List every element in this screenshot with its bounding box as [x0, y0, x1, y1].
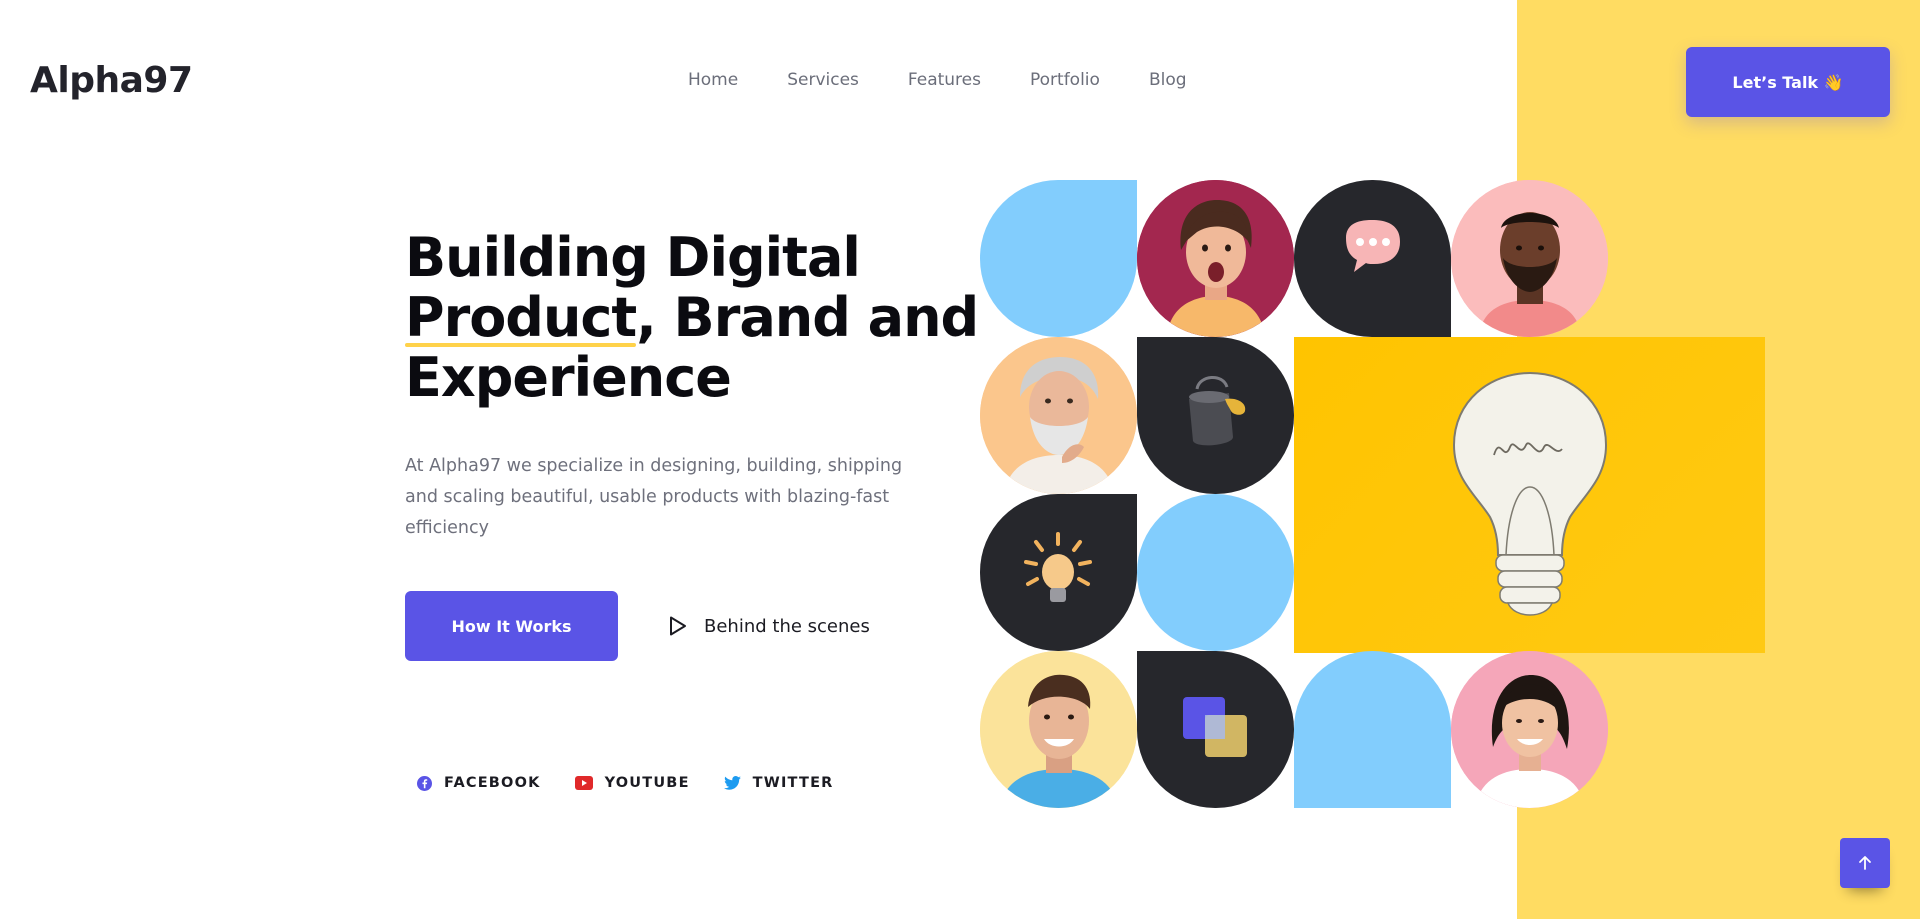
- play-icon: [670, 616, 686, 636]
- nav-item-features[interactable]: Features: [908, 70, 981, 90]
- mosaic-dark-leaf-paint: [1137, 337, 1294, 494]
- hero-title-line-2: Product, Brand and: [405, 286, 979, 349]
- hero-title-underlined-word: Product: [405, 286, 637, 349]
- smiling-man-photo: [980, 651, 1137, 808]
- light-bulb-icon: [1024, 532, 1092, 602]
- paint-bucket-icon: [1189, 376, 1246, 446]
- how-it-works-button[interactable]: How It Works: [405, 591, 618, 661]
- nav-item-home[interactable]: Home: [688, 70, 738, 90]
- chat-bubble-icon: [1346, 220, 1400, 272]
- hero-title: Building Digital Product, Brand and Expe…: [405, 226, 979, 409]
- social-twitter-label: TWITTER: [752, 775, 834, 791]
- nav-item-blog[interactable]: Blog: [1149, 70, 1187, 90]
- mosaic-dark-leaf-chat: [1294, 180, 1451, 337]
- idea-bulb-panel: [1294, 337, 1765, 653]
- avatar-excited-woman: [1137, 180, 1294, 337]
- how-it-works-label: How It Works: [451, 616, 572, 636]
- lets-talk-label: Let’s Talk 👋: [1732, 72, 1844, 92]
- brand-logo[interactable]: Alpha97: [30, 60, 193, 101]
- hero-title-line-3: Experience: [405, 346, 732, 409]
- hero-title-line-2-rest: , Brand and: [636, 286, 979, 349]
- excited-woman-photo: [1137, 180, 1294, 337]
- mosaic-dark-leaf-layers: [1137, 651, 1294, 808]
- avatar-bearded-man: [1451, 180, 1608, 337]
- facebook-icon: [417, 775, 432, 791]
- social-facebook[interactable]: FACEBOOK: [417, 775, 541, 791]
- scroll-to-top-button[interactable]: [1840, 838, 1890, 888]
- social-youtube[interactable]: YOUTUBE: [574, 775, 690, 791]
- mosaic-dark-leaf-bulb: [980, 494, 1137, 651]
- avatar-smiling-woman: [1451, 651, 1608, 808]
- main-nav: Home Services Features Portfolio Blog: [688, 70, 1236, 90]
- bearded-man-photo: [1451, 180, 1608, 337]
- idea-bulb-illustration: [1452, 371, 1608, 616]
- grey-haired-man-photo: [980, 337, 1137, 494]
- youtube-icon: [574, 776, 593, 790]
- behind-the-scenes-label: Behind the scenes: [704, 615, 870, 637]
- hero-title-line-1: Building Digital: [405, 226, 861, 289]
- hero-mosaic: [980, 180, 1765, 810]
- lets-talk-button[interactable]: Let’s Talk 👋: [1686, 47, 1890, 117]
- layered-squares-icon: [1183, 697, 1247, 757]
- hero-description: At Alpha97 we specialize in designing, b…: [405, 456, 903, 538]
- mosaic-blue-circle: [1137, 494, 1294, 651]
- avatar-grey-haired-man: [980, 337, 1137, 494]
- nav-item-portfolio[interactable]: Portfolio: [1030, 70, 1100, 90]
- social-facebook-label: FACEBOOK: [444, 775, 541, 791]
- twitter-icon: [723, 776, 741, 790]
- mosaic-blue-leaf: [980, 180, 1137, 337]
- mosaic-blue-arch: [1294, 651, 1451, 808]
- social-youtube-label: YOUTUBE: [604, 775, 690, 791]
- social-links: FACEBOOK YOUTUBE TWITTER: [417, 775, 834, 791]
- nav-item-services[interactable]: Services: [787, 70, 859, 90]
- arrow-up-icon: [1859, 856, 1871, 870]
- smiling-woman-photo: [1451, 651, 1608, 808]
- avatar-smiling-man: [980, 651, 1137, 808]
- behind-the-scenes-link[interactable]: Behind the scenes: [668, 610, 870, 642]
- social-twitter[interactable]: TWITTER: [723, 775, 834, 791]
